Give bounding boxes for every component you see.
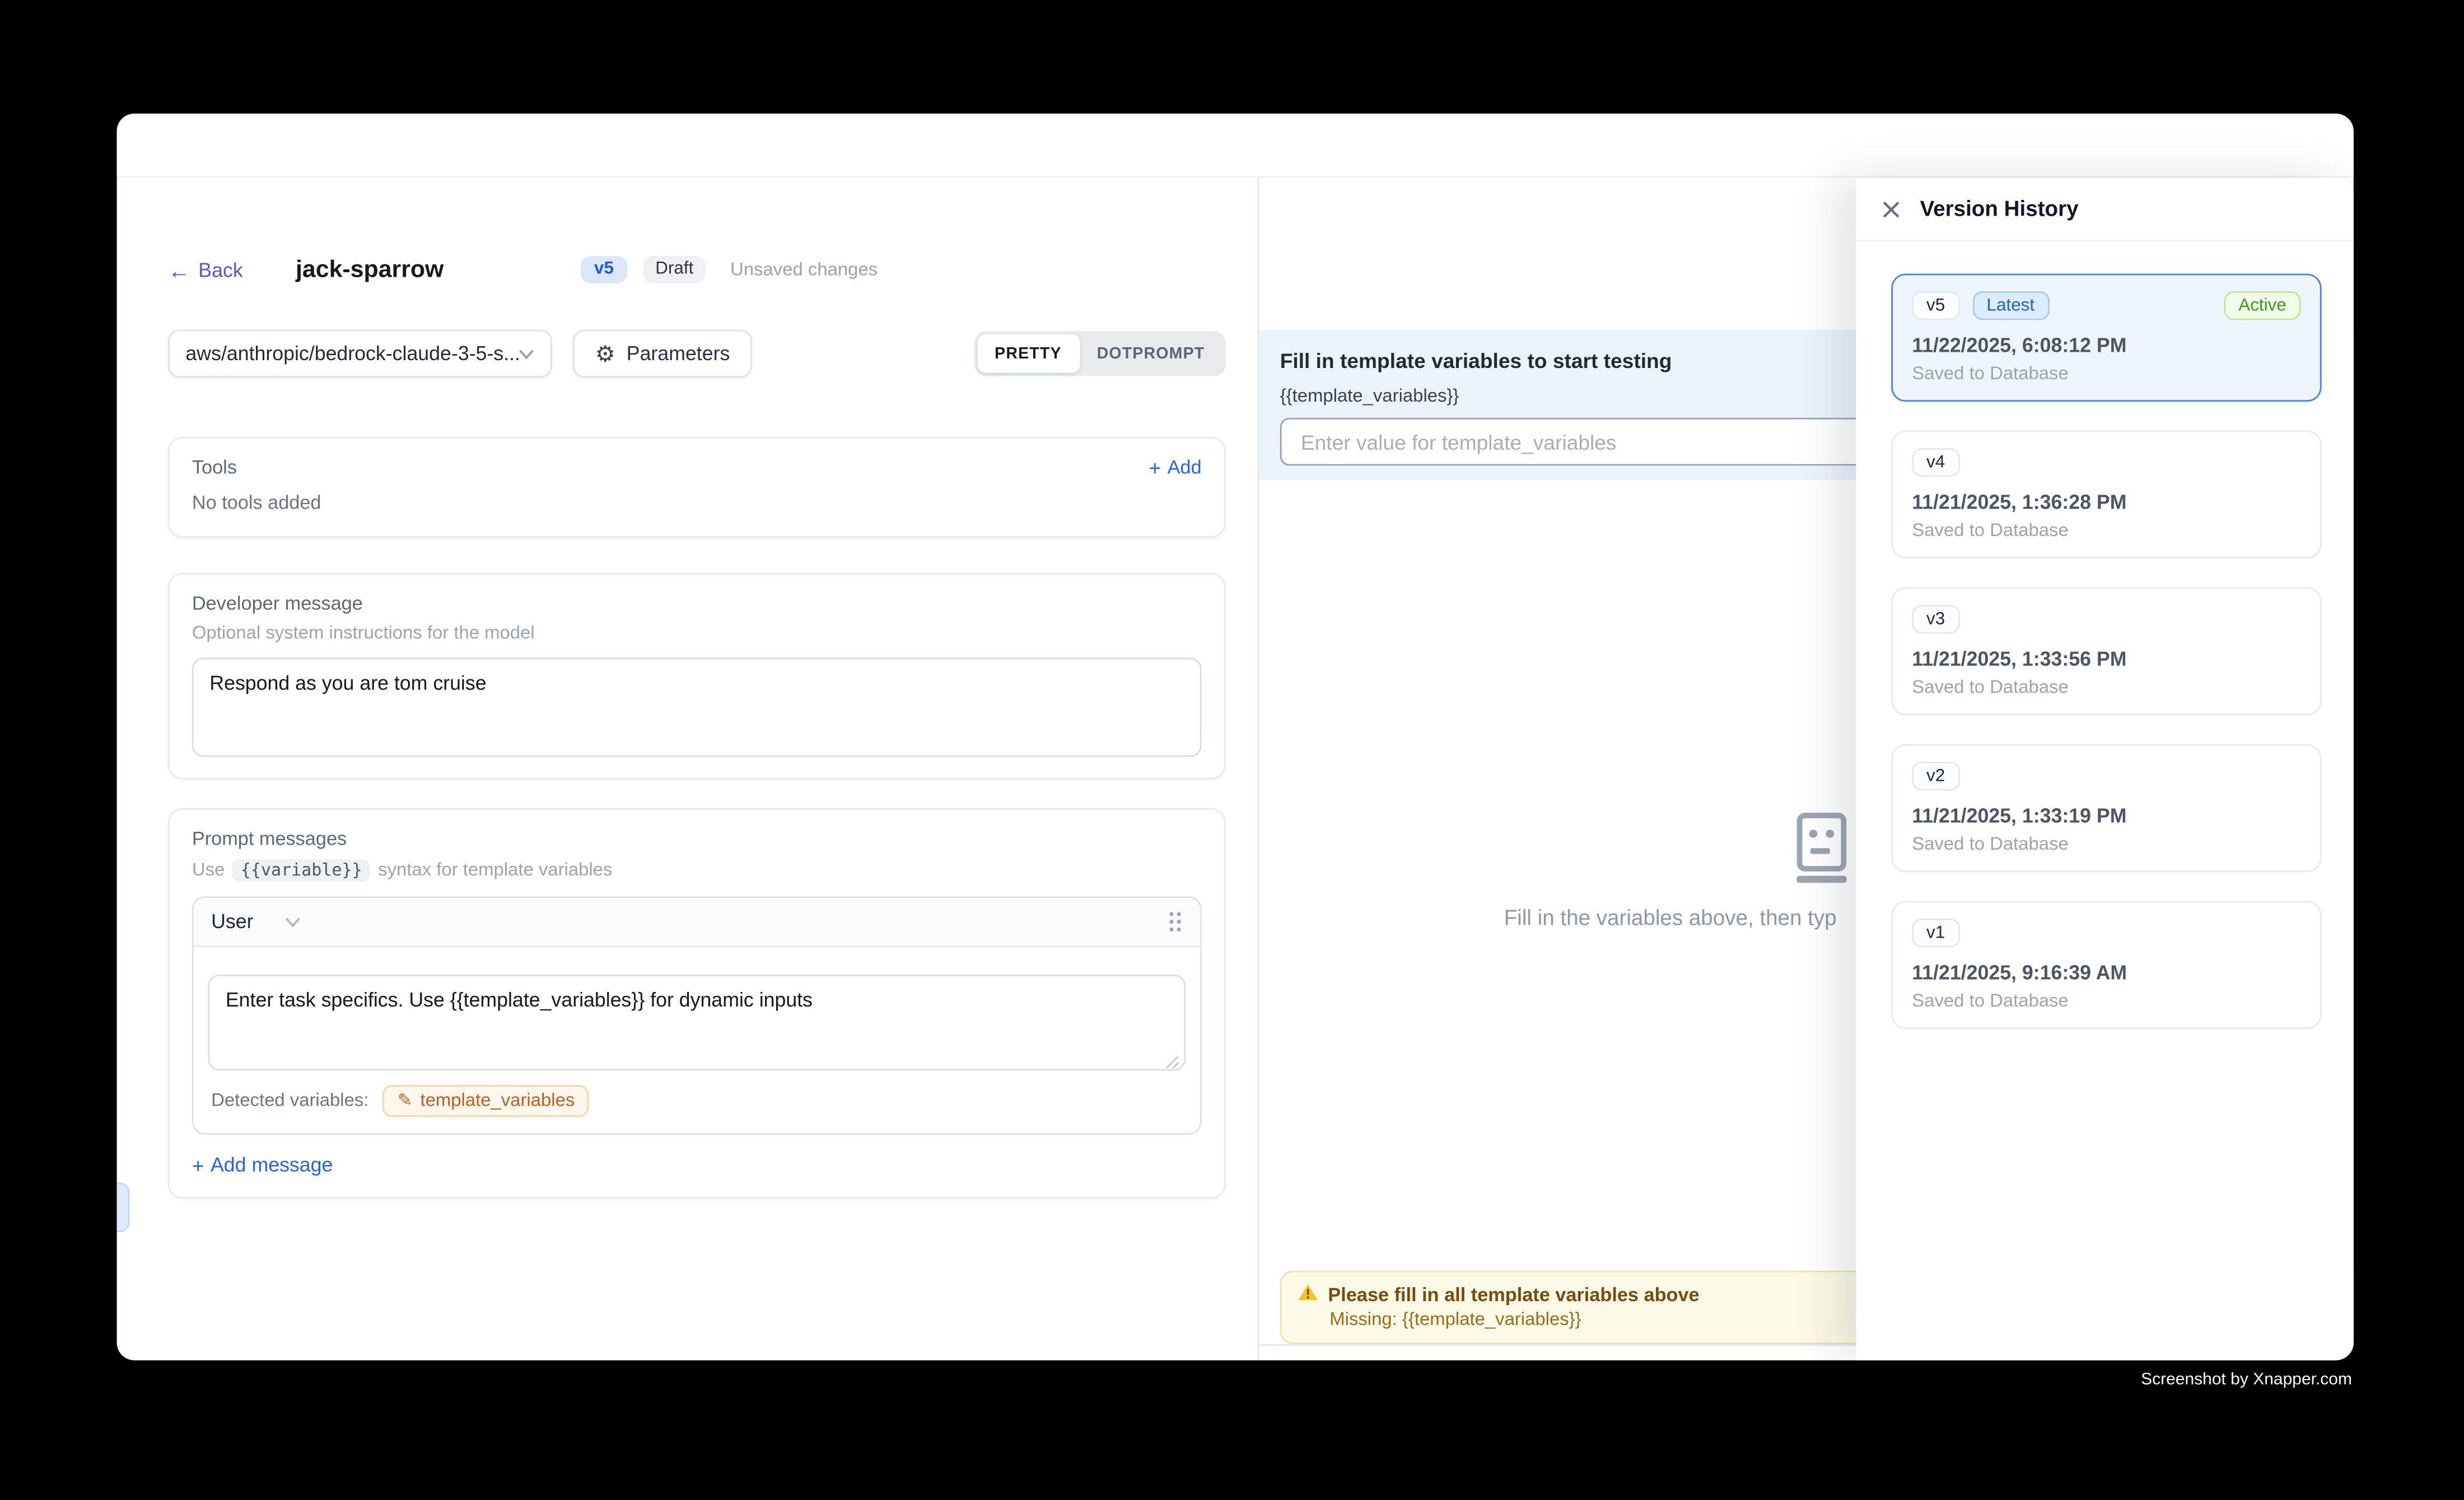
warning-icon bbox=[1298, 1283, 1318, 1306]
version-status: Saved to Database bbox=[1912, 365, 2300, 384]
version-list: v5 Latest Active 11/22/2025, 6:08:12 PM Save… bbox=[1856, 241, 2354, 1029]
chevron-down-icon[interactable] bbox=[286, 916, 302, 928]
empty-state-text: Fill in the variables above, then typ bbox=[1504, 906, 1837, 930]
version-status: Saved to Database bbox=[1912, 835, 2300, 854]
template-variable-chip[interactable]: ✎ template_variables bbox=[383, 1085, 589, 1117]
message-block: User bbox=[192, 896, 1202, 1135]
prompt-editor-column: ← Back jack-sparrow v5 Draft Unsaved cha… bbox=[117, 178, 1259, 1360]
prompt-messages-subtitle: Use {{variable}} syntax for template var… bbox=[192, 859, 1202, 882]
version-card[interactable]: v2 11/21/2025, 1:33:19 PM Saved to Databas… bbox=[1891, 744, 2322, 873]
screenshot-stage: ← Back jack-sparrow v5 Draft Unsaved cha… bbox=[0, 0, 2464, 1500]
version-card[interactable]: v5 Latest Active 11/22/2025, 6:08:12 PM Save… bbox=[1891, 274, 2322, 402]
gear-icon: ⚙ bbox=[595, 342, 615, 365]
add-message-button[interactable]: + Add message bbox=[192, 1154, 1202, 1176]
message-textarea[interactable]: Enter task specifics. Use {{template_var… bbox=[208, 975, 1186, 1070]
draft-badge: Draft bbox=[642, 256, 706, 283]
version-number-badge: v4 bbox=[1912, 448, 1959, 477]
version-number-badge: v1 bbox=[1912, 919, 1959, 947]
version-card[interactable]: v4 11/21/2025, 1:36:28 PM Saved to Databas… bbox=[1891, 431, 2322, 559]
latest-badge: Latest bbox=[1972, 291, 2049, 320]
drag-handle-icon[interactable] bbox=[1168, 911, 1183, 933]
model-toolbar: aws/anthropic/bedrock-claude-3-5-s... ⚙ … bbox=[168, 330, 1226, 378]
detected-variables-label: Detected variables: bbox=[211, 1092, 368, 1111]
tools-title: Tools bbox=[192, 456, 237, 478]
developer-message-title: Developer message bbox=[192, 592, 1202, 614]
subtitle-suffix: syntax for template variables bbox=[378, 861, 612, 880]
parameters-label: Parameters bbox=[627, 342, 730, 365]
plus-icon: + bbox=[1149, 457, 1161, 478]
plus-icon: + bbox=[192, 1154, 204, 1175]
prompt-messages-card: Prompt messages Use {{variable}} syntax … bbox=[168, 808, 1226, 1199]
developer-message-textarea[interactable]: Respond as you are tom cruise bbox=[192, 658, 1202, 757]
add-tool-label: Add bbox=[1168, 456, 1202, 478]
warning-title: Please fill in all template variables ab… bbox=[1328, 1283, 1699, 1306]
message-text: Enter task specifics. Use {{template_var… bbox=[226, 989, 813, 1012]
version-status: Saved to Database bbox=[1912, 992, 2300, 1011]
page-header-row: ← Back jack-sparrow v5 Draft Unsaved cha… bbox=[168, 256, 1226, 283]
left-drawer-handle[interactable] bbox=[117, 1182, 130, 1232]
version-timestamp: 11/21/2025, 1:33:56 PM bbox=[1912, 648, 2300, 670]
version-history-header: Version History bbox=[1856, 178, 2354, 241]
add-tool-button[interactable]: + Add bbox=[1149, 456, 1202, 478]
toggle-pretty[interactable]: PRETTY bbox=[977, 334, 1079, 373]
version-timestamp: 11/22/2025, 6:08:12 PM bbox=[1912, 334, 2300, 357]
page-title: jack-sparrow bbox=[296, 256, 444, 283]
back-label: Back bbox=[198, 258, 242, 281]
app-window: ← Back jack-sparrow v5 Draft Unsaved cha… bbox=[117, 114, 2354, 1361]
developer-message-subtitle: Optional system instructions for the mod… bbox=[192, 624, 1202, 643]
version-badge: v5 bbox=[581, 256, 627, 283]
add-message-label: Add message bbox=[211, 1154, 333, 1176]
version-number-badge: v5 bbox=[1912, 291, 1959, 320]
chevron-down-icon bbox=[519, 342, 535, 365]
arrow-left-icon: ← bbox=[168, 258, 190, 281]
active-badge: Active bbox=[2224, 291, 2301, 320]
detected-variables-row: Detected variables: ✎ template_variables bbox=[194, 1070, 1200, 1133]
version-number-badge: v3 bbox=[1912, 605, 1959, 633]
message-role-row: User bbox=[194, 898, 1200, 948]
watermark: Screenshot by Xnapper.com bbox=[1792, 1370, 2352, 1389]
toggle-dotprompt[interactable]: DOTPROMPT bbox=[1079, 334, 1222, 373]
unsaved-changes-label: Unsaved changes bbox=[730, 260, 878, 279]
version-timestamp: 11/21/2025, 1:36:28 PM bbox=[1912, 491, 2300, 514]
version-status: Saved to Database bbox=[1912, 678, 2300, 697]
version-timestamp: 11/21/2025, 1:33:19 PM bbox=[1912, 805, 2300, 827]
version-history-panel: Version History v5 Latest Active 11/22/2025… bbox=[1856, 178, 2354, 1360]
version-status: Saved to Database bbox=[1912, 521, 2300, 541]
prompt-messages-title: Prompt messages bbox=[192, 827, 1202, 850]
format-toggle: PRETTY DOTPROMPT bbox=[974, 331, 1226, 376]
parameters-button[interactable]: ⚙ Parameters bbox=[573, 330, 752, 378]
tools-card: Tools + Add No tools added bbox=[168, 437, 1226, 538]
back-button[interactable]: ← Back bbox=[168, 258, 243, 281]
template-variable-name: template_variables bbox=[420, 1092, 575, 1111]
close-icon[interactable] bbox=[1882, 199, 1901, 218]
developer-message-card: Developer message Optional system instru… bbox=[168, 573, 1226, 780]
tools-empty-state: No tools added bbox=[192, 491, 1202, 514]
bot-face-icon bbox=[1792, 812, 1853, 893]
pencil-icon: ✎ bbox=[398, 1092, 412, 1110]
variable-syntax-chip: {{variable}} bbox=[233, 859, 370, 882]
subtitle-prefix: Use bbox=[192, 861, 225, 880]
version-card[interactable]: v1 11/21/2025, 9:16:39 AM Saved to Databas… bbox=[1891, 901, 2322, 1029]
version-history-title: Version History bbox=[1920, 197, 2079, 221]
model-select-value: aws/anthropic/bedrock-claude-3-5-s... bbox=[185, 342, 518, 365]
role-select-value[interactable]: User bbox=[211, 911, 253, 933]
version-card[interactable]: v3 11/21/2025, 1:33:56 PM Saved to Databas… bbox=[1891, 588, 2322, 716]
app-top-bar bbox=[117, 114, 2354, 178]
resize-handle-icon[interactable] bbox=[1165, 1050, 1179, 1064]
model-select[interactable]: aws/anthropic/bedrock-claude-3-5-s... bbox=[168, 330, 552, 378]
version-number-badge: v2 bbox=[1912, 762, 1959, 790]
version-timestamp: 11/21/2025, 9:16:39 AM bbox=[1912, 962, 2300, 984]
